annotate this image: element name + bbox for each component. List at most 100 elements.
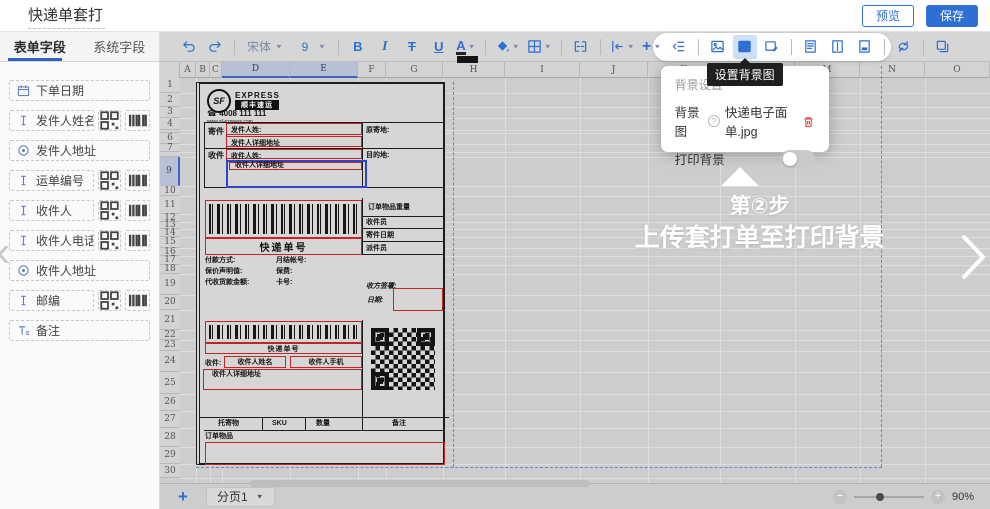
barcode-icon[interactable] bbox=[125, 290, 150, 311]
field-发件人姓名[interactable]: 发件人姓名 bbox=[9, 110, 94, 131]
field-发件人地址[interactable]: 发件人地址 bbox=[9, 140, 150, 161]
zoom-slider-knob[interactable] bbox=[876, 493, 884, 501]
background-file-link[interactable]: 快递电子面单.jpg bbox=[725, 102, 797, 140]
row-header-30[interactable]: 30 bbox=[160, 464, 180, 478]
column-header-C[interactable]: C bbox=[210, 62, 222, 78]
save-button[interactable]: 保存 bbox=[926, 5, 978, 27]
font-size-select[interactable]: 9▼ bbox=[291, 35, 331, 59]
qr-code-icon[interactable] bbox=[98, 110, 121, 131]
row-header-24[interactable]: 24 bbox=[160, 351, 180, 372]
qr-code-icon[interactable] bbox=[98, 170, 121, 191]
column-header-I[interactable]: I bbox=[505, 62, 580, 78]
insert-image-button[interactable] bbox=[706, 35, 730, 59]
field-下单日期[interactable]: 下单日期 bbox=[9, 80, 150, 101]
insert-button[interactable]: +▼ bbox=[640, 35, 664, 59]
field-邮编[interactable]: 邮编 bbox=[9, 290, 94, 311]
edit-background-button[interactable] bbox=[760, 35, 784, 59]
row-header-18[interactable]: 18 bbox=[160, 265, 180, 274]
field-运单编号[interactable]: 运单编号 bbox=[9, 170, 94, 191]
design-canvas[interactable]: ABCDEFGHIJKLMNO1234679101112131415161718… bbox=[160, 62, 990, 483]
strikethrough-button[interactable]: T bbox=[400, 35, 424, 59]
tab-system-fields[interactable]: 系统字段 bbox=[80, 32, 160, 61]
barcode-icon[interactable] bbox=[125, 110, 150, 131]
next-step-chevron[interactable] bbox=[961, 234, 987, 283]
preview-button[interactable]: 预览 bbox=[862, 5, 914, 27]
row-header-14[interactable]: 14 bbox=[160, 229, 180, 237]
header-settings-button[interactable] bbox=[799, 35, 823, 59]
grid-corner[interactable] bbox=[160, 62, 180, 78]
placed-field-box[interactable]: 收件人手机 bbox=[290, 356, 362, 368]
font-color-button[interactable]: A▼ bbox=[454, 35, 478, 59]
zoom-out-button[interactable]: − bbox=[833, 490, 847, 504]
fill-color-button[interactable]: ▼ bbox=[493, 35, 522, 59]
row-header-29[interactable]: 29 bbox=[160, 447, 180, 464]
align-button[interactable]: ▼ bbox=[608, 35, 637, 59]
placed-field-box[interactable]: 收件人姓: bbox=[226, 149, 362, 159]
zoom-slider[interactable] bbox=[854, 496, 924, 498]
barcode-field[interactable] bbox=[205, 200, 362, 238]
field-备注[interactable]: 备注 bbox=[9, 320, 150, 341]
footer-settings-button[interactable] bbox=[853, 35, 877, 59]
page-split-button[interactable] bbox=[826, 35, 850, 59]
column-header-E[interactable]: E bbox=[290, 62, 358, 78]
placed-field-box[interactable]: 快递单号 bbox=[205, 343, 362, 354]
waybill-background-image[interactable]: SFEXPRESS顺丰速运☎ 4008 111 111www.sf-expres… bbox=[196, 82, 445, 465]
horizontal-scrollbar[interactable] bbox=[250, 480, 590, 487]
column-header-A[interactable]: A bbox=[180, 62, 196, 78]
row-header-20[interactable]: 20 bbox=[160, 295, 180, 310]
column-header-O[interactable]: O bbox=[925, 62, 990, 78]
sidebar-collapse-handle[interactable]: ‹ bbox=[0, 232, 11, 272]
add-page-button[interactable]: + bbox=[172, 487, 194, 507]
barcode-icon[interactable] bbox=[125, 200, 150, 221]
tab-form-fields[interactable]: 表单字段 bbox=[0, 32, 80, 61]
border-settings-button[interactable]: ▼ bbox=[525, 35, 554, 59]
bold-button[interactable]: B bbox=[346, 35, 370, 59]
placed-field-box[interactable] bbox=[205, 442, 445, 465]
delete-background-icon[interactable] bbox=[802, 115, 815, 128]
column-header-N[interactable]: N bbox=[860, 62, 925, 78]
row-header-21[interactable]: 21 bbox=[160, 310, 180, 330]
column-header-D[interactable]: D bbox=[222, 62, 290, 78]
barcode-icon[interactable] bbox=[125, 170, 150, 191]
zoom-in-button[interactable]: + bbox=[931, 490, 945, 504]
row-header-10[interactable]: 10 bbox=[160, 186, 180, 196]
row-header-9[interactable]: 9 bbox=[160, 157, 180, 186]
column-header-J[interactable]: J bbox=[580, 62, 648, 78]
qr-code-icon[interactable] bbox=[98, 290, 121, 311]
refresh-button[interactable] bbox=[892, 35, 916, 59]
copy-button[interactable] bbox=[931, 35, 955, 59]
row-header-25[interactable]: 25 bbox=[160, 372, 180, 394]
barcode-icon[interactable] bbox=[125, 230, 150, 251]
placed-field-box[interactable] bbox=[393, 288, 443, 311]
row-header-4[interactable]: 4 bbox=[160, 118, 180, 130]
undo-button[interactable] bbox=[176, 35, 200, 59]
page-tab[interactable]: 分页1 ▼ bbox=[206, 487, 275, 507]
row-header-27[interactable]: 27 bbox=[160, 411, 180, 428]
barcode-field[interactable] bbox=[205, 321, 362, 343]
column-header-F[interactable]: F bbox=[358, 62, 386, 78]
placed-field-box[interactable]: 发件人详细地址 bbox=[226, 136, 362, 147]
qr-code-icon[interactable] bbox=[98, 230, 121, 251]
font-family-select[interactable]: 宋体▼ bbox=[242, 35, 288, 59]
column-header-G[interactable]: G bbox=[386, 62, 443, 78]
row-col-settings-button[interactable] bbox=[667, 35, 691, 59]
row-header-1[interactable]: 1 bbox=[160, 78, 180, 93]
field-收件人地址[interactable]: 收件人地址 bbox=[9, 260, 150, 281]
row-header-7[interactable]: 7 bbox=[160, 144, 180, 152]
placed-field-box[interactable]: 收件人姓名 bbox=[224, 356, 286, 368]
row-header-3[interactable]: 3 bbox=[160, 107, 180, 118]
row-header-23[interactable]: 23 bbox=[160, 340, 180, 351]
set-background-button[interactable] bbox=[733, 35, 757, 59]
column-header-B[interactable]: B bbox=[196, 62, 210, 78]
row-header-19[interactable]: 19 bbox=[160, 274, 180, 295]
redo-button[interactable] bbox=[203, 35, 227, 59]
row-header-28[interactable]: 28 bbox=[160, 428, 180, 447]
row-header-26[interactable]: 26 bbox=[160, 394, 180, 411]
field-收件人电话[interactable]: 收件人电话 bbox=[9, 230, 94, 251]
merge-cells-button[interactable] bbox=[569, 35, 593, 59]
row-header-2[interactable]: 2 bbox=[160, 93, 180, 107]
row-header-22[interactable]: 22 bbox=[160, 330, 180, 340]
column-header-H[interactable]: H bbox=[443, 62, 505, 78]
underline-button[interactable]: U bbox=[427, 35, 451, 59]
qr-code-icon[interactable] bbox=[98, 200, 121, 221]
